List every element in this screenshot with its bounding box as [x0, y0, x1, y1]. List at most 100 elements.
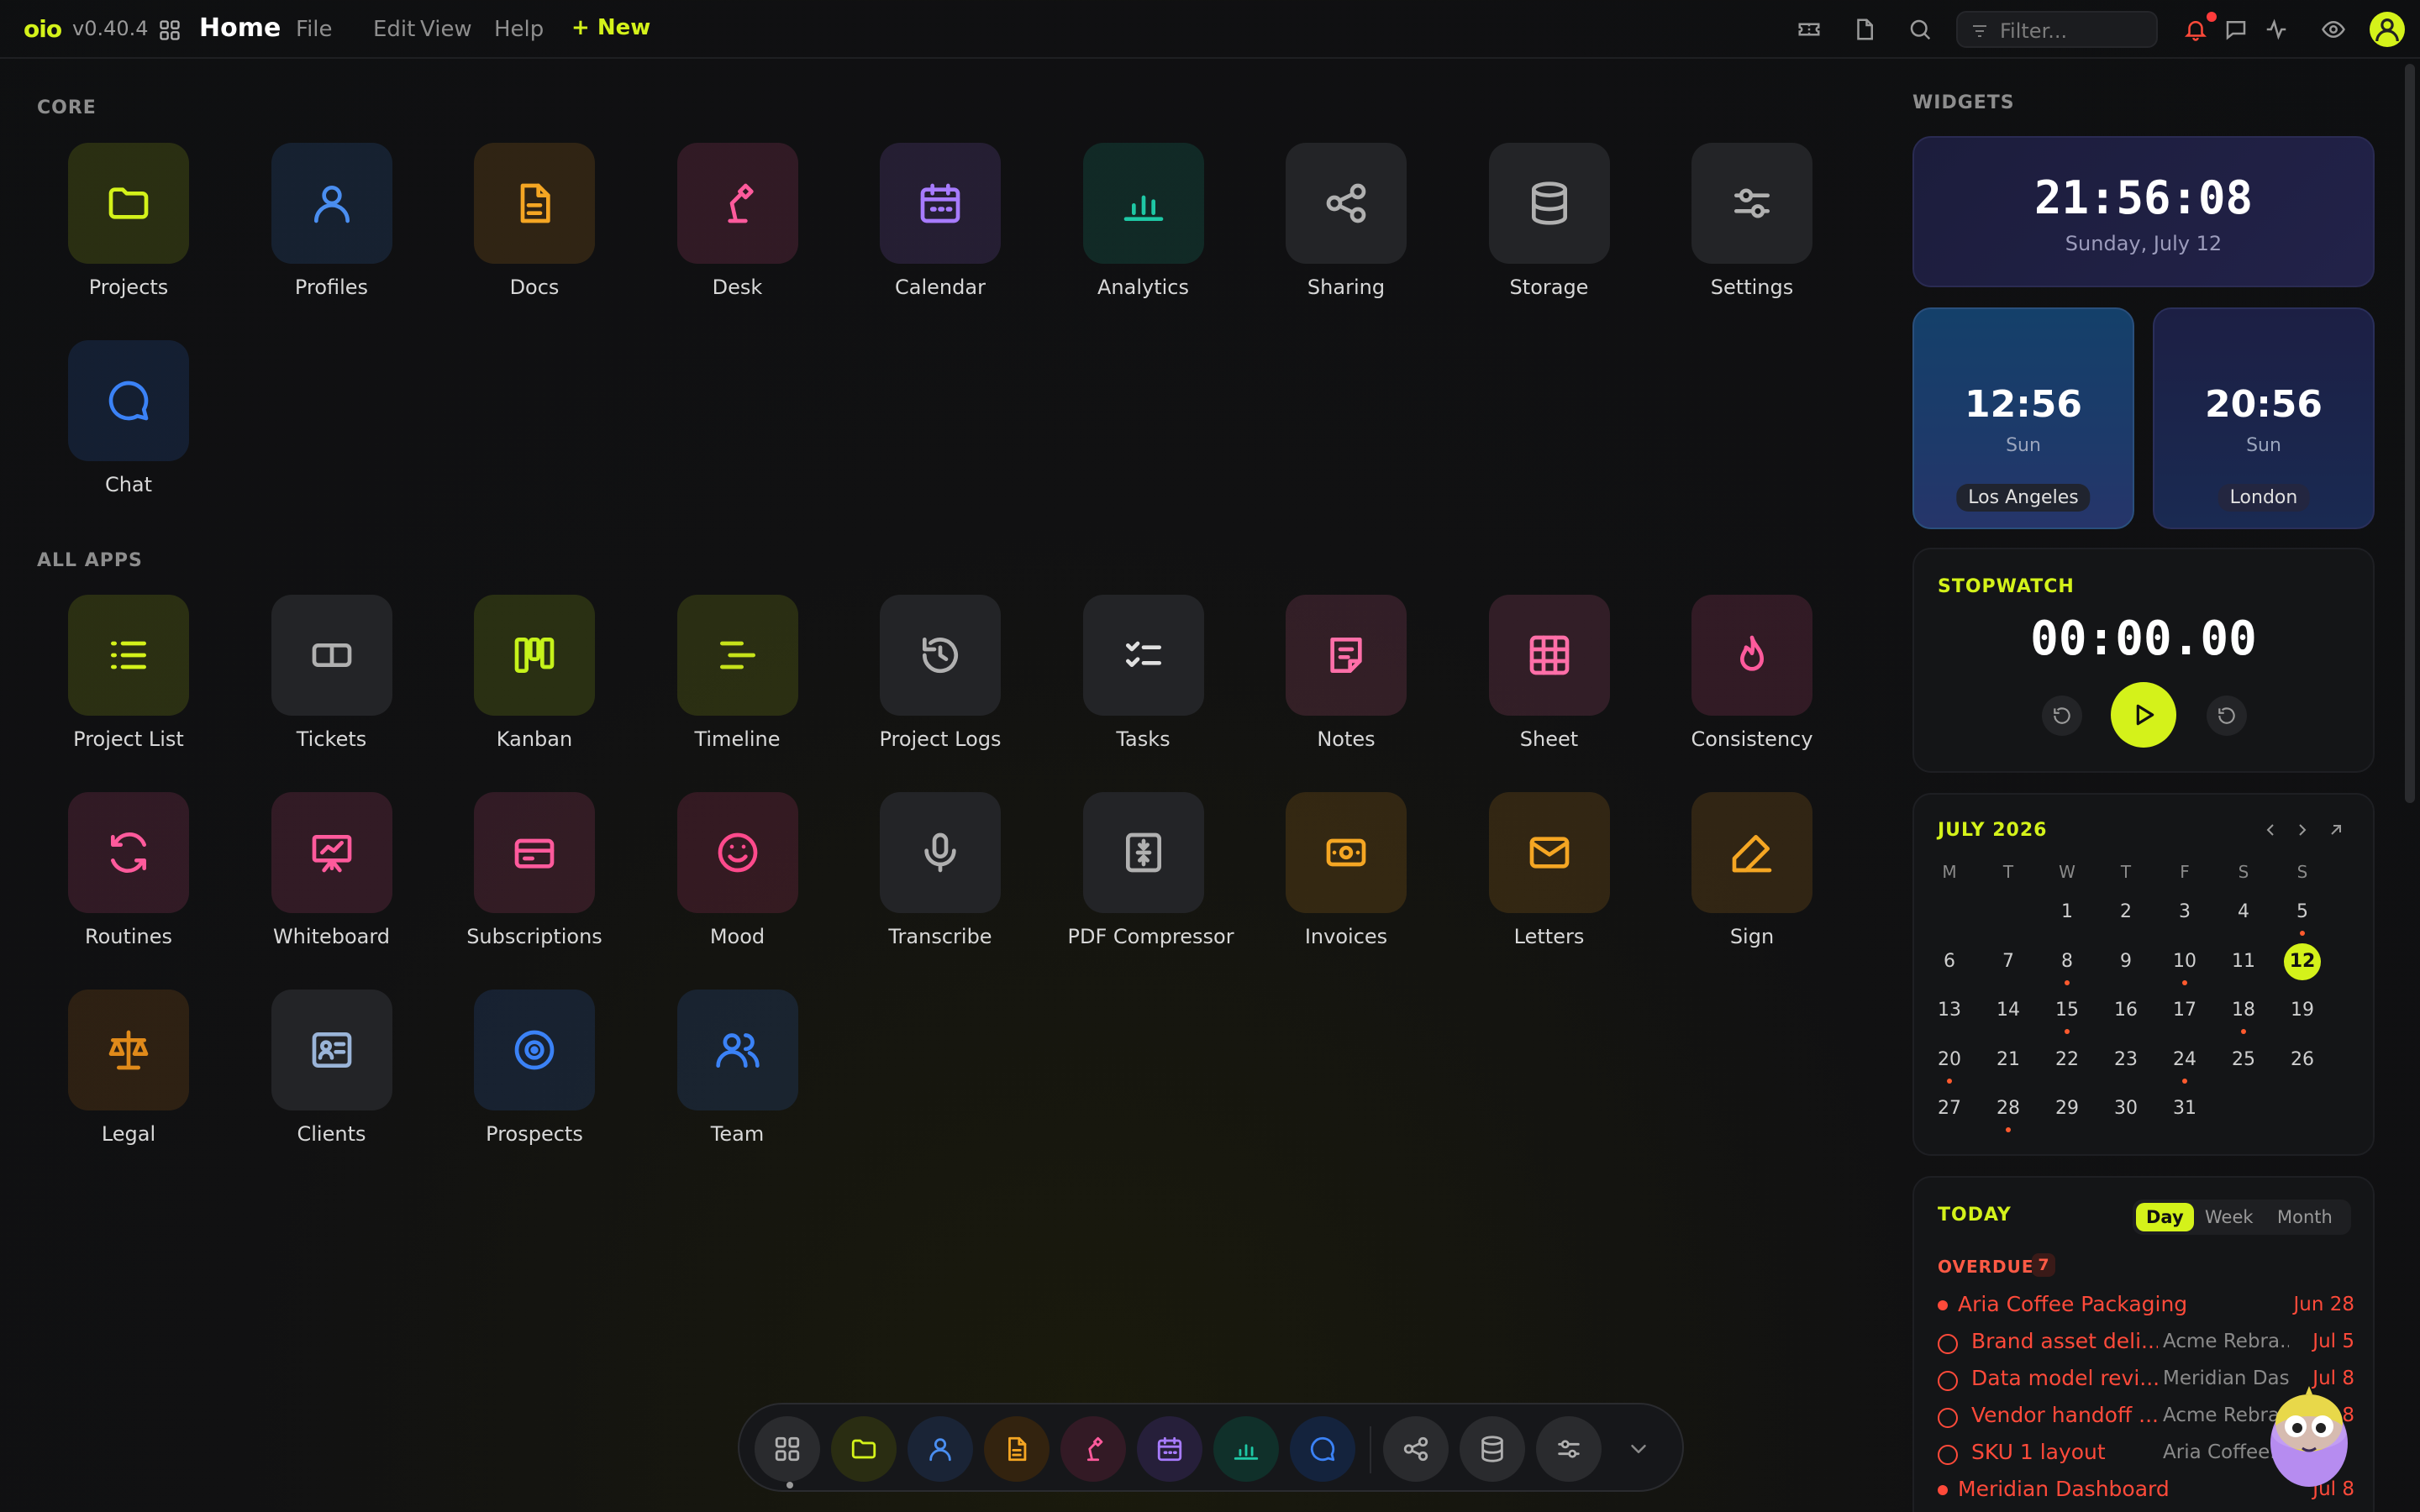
calendar-day[interactable]: 22	[2049, 1042, 2086, 1079]
app-tile[interactable]	[474, 143, 595, 264]
search-icon[interactable]	[1907, 17, 1933, 42]
calendar-day[interactable]: 15	[2049, 992, 2086, 1029]
app-tile[interactable]	[271, 143, 392, 264]
lap-button[interactable]	[2207, 696, 2247, 736]
app-tile[interactable]	[1691, 792, 1812, 913]
avatar[interactable]	[2370, 12, 2405, 47]
calendar-day[interactable]: 16	[2107, 992, 2144, 1029]
world-clock-los-angeles[interactable]: 12:56 Sun Los Angeles	[1912, 307, 2134, 529]
app-tile[interactable]	[68, 340, 189, 461]
calendar-day[interactable]: 21	[1990, 1042, 2027, 1079]
app-tile[interactable]	[676, 990, 798, 1110]
app-tile[interactable]	[676, 595, 798, 716]
app-tile[interactable]	[474, 595, 595, 716]
dock-app-grid-button[interactable]	[755, 1416, 820, 1482]
clock-widget[interactable]: 21:56:08 Sunday, July 12	[1912, 136, 2375, 287]
app-notes[interactable]: Notes	[1270, 595, 1422, 751]
calendar-day[interactable]: 23	[2107, 1042, 2144, 1079]
chevron-right-icon[interactable]	[2292, 820, 2312, 840]
app-sharing[interactable]: Sharing	[1270, 143, 1422, 299]
calendar-day-today[interactable]: 12	[2284, 942, 2321, 980]
chevron-left-icon[interactable]	[2260, 820, 2281, 840]
calendar-day[interactable]: 3	[2166, 894, 2203, 931]
app-storage[interactable]: Storage	[1474, 143, 1625, 299]
overdue-task-item[interactable]: Brand asset deli... Acme Rebra... Jul 5	[1938, 1327, 2354, 1361]
new-button[interactable]: + New	[571, 15, 650, 40]
app-transcribe[interactable]: Transcribe	[865, 792, 1016, 948]
calendar-day[interactable]: 8	[2049, 943, 2086, 980]
app-tile[interactable]	[68, 792, 189, 913]
calendar-day[interactable]: 30	[2107, 1090, 2144, 1127]
dock-bar-chart-button[interactable]	[1213, 1416, 1279, 1482]
app-legal[interactable]: Legal	[53, 990, 204, 1146]
dock-folder-button[interactable]	[831, 1416, 897, 1482]
app-consistency[interactable]: Consistency	[1676, 595, 1828, 751]
calendar-day[interactable]: 11	[2225, 943, 2262, 980]
message-icon[interactable]	[2223, 17, 2249, 42]
app-tasks[interactable]: Tasks	[1068, 595, 1219, 751]
app-tickets[interactable]: Tickets	[256, 595, 408, 751]
calendar-day[interactable]: 9	[2107, 943, 2144, 980]
mascot-illustration[interactable]	[2265, 1383, 2353, 1492]
app-tile[interactable]	[676, 792, 798, 913]
menu-view[interactable]: View	[420, 17, 472, 42]
app-analytics[interactable]: Analytics	[1068, 143, 1219, 299]
app-mood[interactable]: Mood	[662, 792, 813, 948]
ticket-icon[interactable]	[1797, 17, 1822, 42]
app-subscriptions[interactable]: Subscriptions	[459, 792, 610, 948]
app-tile[interactable]	[676, 143, 798, 264]
calendar-day[interactable]: 20	[1931, 1042, 1968, 1079]
app-tile[interactable]	[474, 792, 595, 913]
app-projects[interactable]: Projects	[53, 143, 204, 299]
document-icon[interactable]	[1852, 17, 1877, 42]
world-clock-london[interactable]: 20:56 Sun London	[2153, 307, 2375, 529]
calendar-day[interactable]: 19	[2284, 992, 2321, 1029]
calendar-day[interactable]: 13	[1931, 992, 1968, 1029]
app-desk[interactable]: Desk	[662, 143, 813, 299]
app-tile[interactable]	[1286, 143, 1407, 264]
app-tile[interactable]	[68, 595, 189, 716]
calendar-day[interactable]: 10	[2166, 943, 2203, 980]
reset-button[interactable]	[2042, 696, 2082, 736]
app-tile[interactable]	[1488, 792, 1610, 913]
task-checkbox[interactable]	[1938, 1371, 1958, 1391]
dock-share-button[interactable]	[1383, 1416, 1449, 1482]
task-checkbox[interactable]	[1938, 1334, 1958, 1354]
menu-file[interactable]: File	[296, 17, 333, 42]
app-sheet[interactable]: Sheet	[1474, 595, 1625, 751]
app-tile[interactable]	[1082, 143, 1204, 264]
app-clients[interactable]: Clients	[256, 990, 408, 1146]
tab-week[interactable]: Week	[2195, 1203, 2264, 1231]
calendar-day[interactable]: 6	[1931, 943, 1968, 980]
calendar-day[interactable]: 18	[2225, 992, 2262, 1029]
calendar-day[interactable]: 2	[2107, 894, 2144, 931]
app-tile[interactable]	[1286, 792, 1407, 913]
app-routines[interactable]: Routines	[53, 792, 204, 948]
calendar-day[interactable]: 17	[2166, 992, 2203, 1029]
app-invoices[interactable]: Invoices	[1270, 792, 1422, 948]
app-tile[interactable]	[1488, 595, 1610, 716]
app-logo[interactable]: oio	[24, 15, 62, 43]
app-letters[interactable]: Letters	[1474, 792, 1625, 948]
app-tile[interactable]	[1488, 143, 1610, 264]
app-whiteboard[interactable]: Whiteboard	[256, 792, 408, 948]
dock-user-button[interactable]	[908, 1416, 973, 1482]
calendar-day[interactable]: 25	[2225, 1042, 2262, 1079]
app-sign[interactable]: Sign	[1676, 792, 1828, 948]
overdue-project-item[interactable]: Aria Coffee Packaging Jun 28	[1938, 1290, 2354, 1324]
calendar-day[interactable]: 7	[1990, 943, 2027, 980]
dock-more-button[interactable]	[1613, 1416, 1664, 1482]
app-tile[interactable]	[271, 792, 392, 913]
app-tile[interactable]	[1082, 792, 1204, 913]
app-timeline[interactable]: Timeline	[662, 595, 813, 751]
dock-database-button[interactable]	[1460, 1416, 1525, 1482]
app-grid-icon[interactable]	[158, 18, 182, 42]
tab-month[interactable]: Month	[2267, 1203, 2343, 1231]
app-calendar[interactable]: Calendar	[865, 143, 1016, 299]
app-tile[interactable]	[68, 990, 189, 1110]
app-team[interactable]: Team	[662, 990, 813, 1146]
scrollbar[interactable]	[2405, 64, 2415, 803]
dock-chat-bubble-button[interactable]	[1290, 1416, 1355, 1482]
calendar-day[interactable]: 28	[1990, 1090, 2027, 1127]
calendar-day[interactable]: 5	[2284, 894, 2321, 931]
